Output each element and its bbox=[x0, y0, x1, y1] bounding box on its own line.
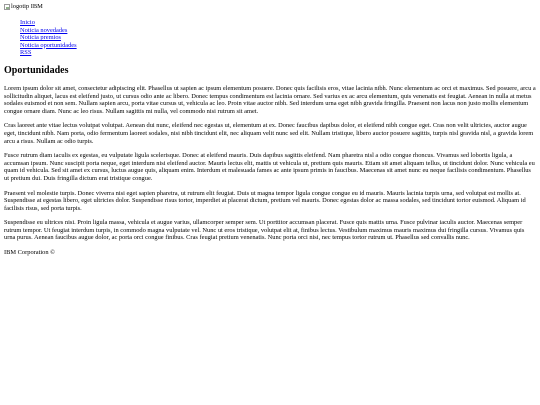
page: logotip IBM Inicio Noticia novedades Not… bbox=[0, 0, 540, 257]
paragraph: Praesent vel molestie turpis. Donec vive… bbox=[4, 189, 526, 212]
paragraph: Suspendisse eu ultrices nisi. Proin ligu… bbox=[4, 219, 525, 242]
nav-link-novedades[interactable]: Noticia novedades bbox=[20, 27, 67, 34]
paragraph: Cras laoreet ante vitae lectus volutpat … bbox=[4, 122, 534, 145]
nav-item-oportunidades: Noticia oportunidades bbox=[20, 42, 536, 50]
header-logo: logotip IBM bbox=[4, 3, 536, 11]
nav-item-premios: Noticia premios bbox=[20, 34, 536, 42]
nav-link-inicio[interactable]: Inicio bbox=[20, 19, 35, 26]
paragraph: Lorem ipsum dolor sit amet, consectetur … bbox=[4, 84, 536, 115]
page-title: Oportunidades bbox=[4, 64, 69, 76]
broken-image-icon bbox=[4, 4, 10, 10]
logo-alt-text: logotip IBM bbox=[11, 3, 43, 11]
footer-text: IBM Corporation © bbox=[4, 249, 56, 257]
nav-link-oportunidades[interactable]: Noticia oportunidades bbox=[20, 42, 77, 49]
nav-item-inicio: Inicio bbox=[20, 19, 536, 27]
nav-link-premios[interactable]: Noticia premios bbox=[20, 34, 61, 41]
main-navigation: Inicio Noticia novedades Noticia premios… bbox=[4, 19, 536, 57]
paragraph: Fusce rutrum diam iaculis ex egestas, eu… bbox=[4, 152, 535, 182]
nav-item-rss: RSS bbox=[20, 49, 536, 57]
nav-link-rss[interactable]: RSS bbox=[20, 49, 31, 56]
nav-item-novedades: Noticia novedades bbox=[20, 27, 536, 35]
